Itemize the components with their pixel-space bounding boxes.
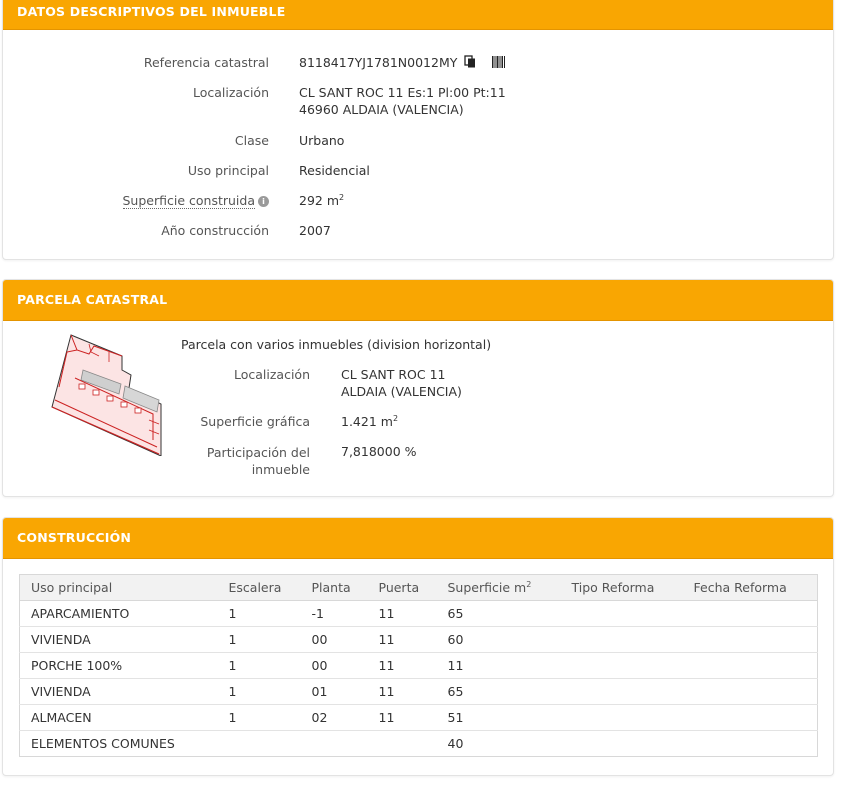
cell-puerta: 11 [367,678,437,705]
localizacion-label: Localización [192,85,269,100]
cell-tipo-reforma [560,704,683,731]
cell-fecha-reforma [682,704,818,731]
table-row: VIVIENDA 1 01 11 65 [19,678,818,705]
datos-header: DATOS DESCRIPTIVOS DEL INMUEBLE [3,0,833,30]
cell-escalera: 1 [217,704,301,731]
cell-superficie: 65 [436,600,561,627]
copy-icon[interactable] [464,55,476,72]
cell-uso: APARCAMIENTO [19,600,218,627]
anio-construccion-value: 2007 [299,223,331,238]
parcel-map-image[interactable] [49,332,167,459]
col-tipo-reforma: Tipo Reforma [560,574,683,601]
cell-fecha-reforma [682,678,818,705]
cell-uso: PORCHE 100% [19,652,218,679]
cell-puerta: 11 [367,600,437,627]
construccion-panel: CONSTRUCCIÓN Uso principal Escalera Plan… [2,517,834,776]
cell-tipo-reforma [560,652,683,679]
table-header-row: Uso principal Escalera Planta Puerta Sup… [19,574,818,601]
cell-superficie: 11 [436,652,561,679]
construccion-table: Uso principal Escalera Planta Puerta Sup… [19,574,818,757]
cell-escalera: 1 [217,678,301,705]
cell-planta: 00 [300,626,368,653]
uso-principal-label: Uso principal [187,163,269,178]
uso-principal-value: Residencial [299,163,370,178]
cell-fecha-reforma [682,730,818,757]
cell-uso: VIVIENDA [19,678,218,705]
superficie-construida-value: 292 m2 [299,192,345,208]
cell-puerta [367,730,437,757]
cell-puerta: 11 [367,626,437,653]
clase-label: Clase [234,133,269,148]
col-planta: Planta [300,574,368,601]
cell-fecha-reforma [682,652,818,679]
cell-planta: 01 [300,678,368,705]
col-puerta: Puerta [367,574,437,601]
table-row: VIVIENDA 1 00 11 60 [19,626,818,653]
superficie-grafica-label: Superficie gráfica [200,414,310,429]
cell-escalera: 1 [217,600,301,627]
table-row: ALMACEN 1 02 11 51 [19,704,818,731]
table-row: ELEMENTOS COMUNES 40 [19,730,818,757]
participacion-label: Participación del inmueble [206,445,310,477]
localizacion-value: CL SANT ROC 11 Es:1 Pl:00 Pt:11 46960 AL… [299,85,506,117]
cell-planta: 02 [300,704,368,731]
participacion-value: 7,818000 % [341,444,417,459]
cell-uso: ALMACEN [19,704,218,731]
anio-construccion-label: Año construcción [161,223,269,238]
datos-descriptivos-panel: DATOS DESCRIPTIVOS DEL INMUEBLE Referenc… [2,0,834,260]
table-row: PORCHE 100% 1 00 11 11 [19,652,818,679]
clase-value: Urbano [299,133,345,148]
parcela-descripcion: Parcela con varios inmuebles (division h… [181,337,492,352]
cell-tipo-reforma [560,678,683,705]
col-escalera: Escalera [217,574,301,601]
cell-planta [300,730,368,757]
info-icon[interactable]: i [258,196,269,207]
col-uso-principal: Uso principal [19,574,218,601]
cell-tipo-reforma [560,626,683,653]
cell-uso: ELEMENTOS COMUNES [19,730,218,757]
superficie-grafica-value: 1.421 m2 [341,413,399,429]
cell-escalera [217,730,301,757]
cell-puerta: 11 [367,652,437,679]
cell-tipo-reforma [560,730,683,757]
table-row: APARCAMIENTO 1 -1 11 65 [19,600,818,627]
superficie-construida-label: Superficie construida i [3,193,269,209]
referencia-value: 8118417YJ1781N0012MY [299,54,506,72]
col-superficie: Superficie m2 [436,574,561,601]
construccion-header: CONSTRUCCIÓN [3,518,833,559]
cell-planta: -1 [300,600,368,627]
col-fecha-reforma: Fecha Reforma [682,574,818,601]
cell-escalera: 1 [217,626,301,653]
barcode-icon[interactable] [492,55,506,72]
cell-uso: VIVIENDA [19,626,218,653]
cell-tipo-reforma [560,600,683,627]
parcela-header: PARCELA CATASTRAL [3,280,833,321]
cell-puerta: 11 [367,704,437,731]
cell-superficie: 65 [436,678,561,705]
parcela-localizacion-label: Localización [233,367,310,382]
cell-planta: 00 [300,652,368,679]
cell-fecha-reforma [682,626,818,653]
parcela-catastral-panel: PARCELA CATASTRAL Parcela con varios inm… [2,279,834,497]
cell-superficie: 51 [436,704,561,731]
cell-fecha-reforma [682,600,818,627]
cell-superficie: 40 [436,730,561,757]
parcela-localizacion-value: CL SANT ROC 11 ALDAIA (VALENCIA) [341,367,462,399]
referencia-label: Referencia catastral [143,55,269,70]
cell-escalera: 1 [217,652,301,679]
cell-superficie: 60 [436,626,561,653]
